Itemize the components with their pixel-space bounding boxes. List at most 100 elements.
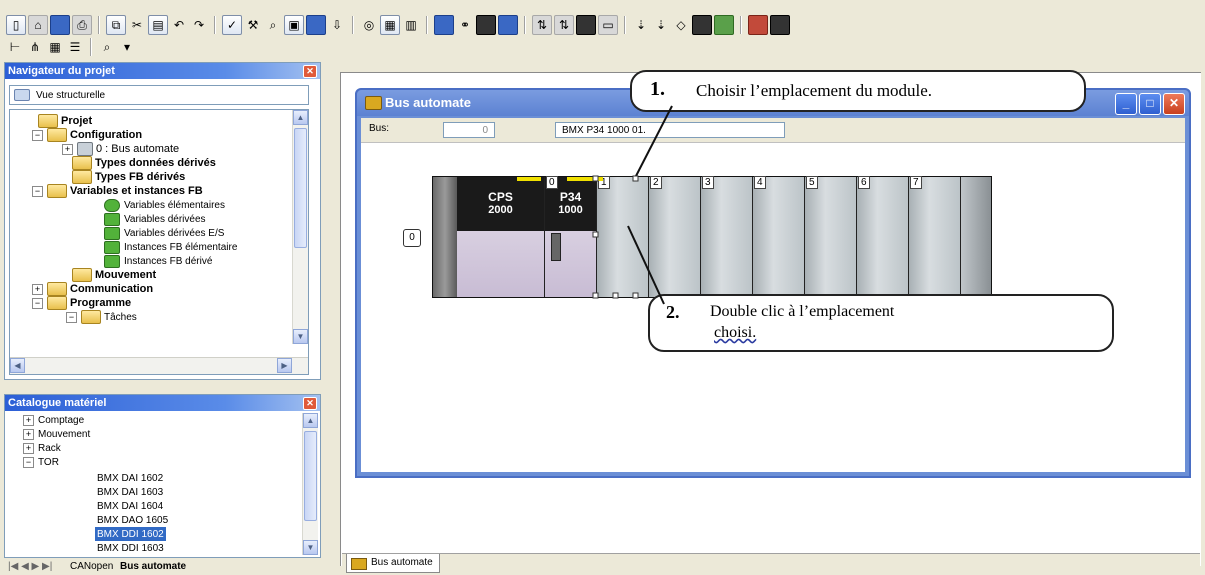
collapse-icon[interactable]: −	[32, 185, 43, 197]
save-icon[interactable]	[50, 15, 70, 35]
catalog-item-selected[interactable]: BMX DDI 1602	[95, 527, 166, 541]
tree-node-derived-io-variables[interactable]: Variables dérivées E/S	[104, 226, 224, 240]
empty-slot-3[interactable]: 3	[701, 176, 753, 297]
cut-icon[interactable]: ✂	[128, 16, 146, 34]
print-icon[interactable]: ⎙	[72, 15, 92, 35]
tree-node-derived-variables[interactable]: Variables dérivées	[104, 212, 206, 226]
paste-icon[interactable]: ▤	[148, 15, 168, 35]
tree-node-configuration[interactable]: − Configuration	[32, 128, 142, 142]
network-icon[interactable]	[692, 15, 712, 35]
scroll-thumb[interactable]	[304, 431, 317, 521]
search-icon[interactable]: ⌕	[264, 16, 282, 34]
rebuild-icon[interactable]: ▣	[284, 15, 304, 35]
open-icon[interactable]: ⌂	[28, 15, 48, 35]
close-icon[interactable]: ✕	[1163, 93, 1185, 115]
new-icon[interactable]: ▯	[6, 15, 26, 35]
cpu-reference-field[interactable]: BMX P34 1000 01.	[555, 122, 785, 138]
close-icon[interactable]: ✕	[303, 65, 317, 78]
memory-icon[interactable]: ◇	[672, 16, 690, 34]
tree-node-derived-data-types[interactable]: Types données dérivés	[72, 156, 216, 170]
minimize-icon[interactable]: _	[1115, 93, 1137, 115]
empty-slot-5[interactable]: 5	[805, 176, 857, 297]
rack-icon[interactable]: ⇅	[554, 15, 574, 35]
catalog-item-module[interactable]: BMX DDI 1603	[97, 541, 164, 555]
tree-node-derived-fb-types[interactable]: Types FB dérivés	[72, 170, 185, 184]
download-icon[interactable]: ⇩	[328, 16, 346, 34]
monitor-icon[interactable]	[476, 15, 496, 35]
expand-icon[interactable]: +	[23, 442, 34, 454]
tree-node-project[interactable]: Projet	[38, 114, 92, 128]
empty-slot-1[interactable]: 1	[597, 176, 649, 297]
scroll-right-icon[interactable]: ▶	[277, 358, 292, 373]
catalog-item-module[interactable]: BMX DAI 1603	[97, 485, 163, 499]
empty-slot-7[interactable]: 7	[909, 176, 961, 297]
expand-icon[interactable]: +	[23, 414, 34, 426]
catalog-item-motion[interactable]: + Mouvement	[23, 427, 90, 441]
catalog-item-rack[interactable]: + Rack	[23, 441, 61, 455]
tab-bus-automate-document[interactable]: Bus automate	[346, 554, 440, 573]
breakpoint-icon[interactable]: ▭	[598, 15, 618, 35]
tree-node-communication[interactable]: + Communication	[32, 282, 153, 296]
catalog-item-module[interactable]: BMX DAI 1602	[97, 471, 163, 485]
close-icon[interactable]: ✕	[303, 397, 317, 410]
catalog-item-module[interactable]: BMX DAI 1604	[97, 499, 163, 513]
tree-node-program[interactable]: − Programme	[32, 296, 131, 310]
scroll-up-icon[interactable]: ▲	[303, 413, 318, 428]
library-icon[interactable]: ▦	[380, 15, 400, 35]
zoom-icon[interactable]: ⌕	[98, 38, 116, 56]
cpu-module[interactable]: 0 P34 1000	[545, 176, 597, 297]
empty-slot-4[interactable]: 4	[753, 176, 805, 297]
tab-bus-automate[interactable]: Bus automate	[120, 561, 186, 572]
maximize-icon[interactable]: □	[1139, 93, 1161, 115]
tree-node-motion[interactable]: Mouvement	[72, 268, 156, 282]
scroll-down-icon[interactable]: ▼	[303, 540, 318, 555]
tree-node-derived-fb-instances[interactable]: Instances FB dérivé	[104, 254, 212, 268]
table-icon[interactable]: ▥	[402, 16, 420, 34]
check-icon[interactable]: ✓	[222, 15, 242, 35]
undo-icon[interactable]: ↶	[170, 16, 188, 34]
horizontal-scrollbar[interactable]: ◀ ▶	[10, 357, 308, 374]
collapse-icon[interactable]: −	[66, 311, 77, 323]
window2-icon[interactable]	[748, 15, 768, 35]
expand-icon[interactable]: +	[62, 143, 73, 155]
tree-node-variables[interactable]: − Variables et instances FB	[32, 184, 203, 198]
io-icon[interactable]	[498, 15, 518, 35]
window3-icon[interactable]	[770, 15, 790, 35]
catalog-item-module[interactable]: BMX DAO 1605	[97, 513, 168, 527]
catalog-scrollbar[interactable]: ▲ ▼	[302, 413, 318, 555]
step-icon[interactable]: ⇣	[632, 16, 650, 34]
window-icon[interactable]	[714, 15, 734, 35]
tree-node-elementary-variables[interactable]: Variables élémentaires	[104, 198, 225, 212]
scroll-thumb[interactable]	[294, 128, 307, 248]
copy-icon[interactable]: ⧉	[106, 15, 126, 35]
expand-icon[interactable]: +	[23, 428, 34, 440]
power-supply-module[interactable]: CPS 2000	[457, 177, 545, 297]
view-selector[interactable]: Vue structurelle	[9, 85, 309, 105]
catalog-item-counting[interactable]: + Comptage	[23, 413, 84, 427]
connect-icon[interactable]	[306, 15, 326, 35]
hierarchy-icon[interactable]: ⋔	[26, 38, 44, 56]
scroll-left-icon[interactable]: ◀	[10, 358, 25, 373]
grid-icon[interactable]: ▦	[46, 38, 64, 56]
expand-icon[interactable]: +	[32, 283, 43, 295]
binoculars-icon[interactable]: ⚭	[456, 16, 474, 34]
watch-icon[interactable]: ⇣	[652, 16, 670, 34]
redo-icon[interactable]: ↷	[190, 16, 208, 34]
tab-nav-arrows-icon[interactable]: |◀ ◀ ▶ ▶|	[8, 561, 52, 572]
tree-node-tasks[interactable]: − Tâches	[66, 310, 137, 324]
tree-node-elementary-fb-instances[interactable]: Instances FB élémentaire	[104, 240, 237, 254]
collapse-icon[interactable]: −	[32, 297, 43, 309]
list-icon[interactable]: ☰	[66, 38, 84, 56]
animation-icon[interactable]: ◎	[360, 16, 378, 34]
tree-icon[interactable]: ⊢	[6, 38, 24, 56]
tree-scrollbar[interactable]: ▲ ▼	[292, 110, 308, 344]
scroll-down-icon[interactable]: ▼	[293, 329, 308, 344]
empty-slot-6[interactable]: 6	[857, 176, 909, 297]
tree-node-bus-automate[interactable]: +0 : Bus automate	[62, 142, 179, 156]
module-icon[interactable]	[576, 15, 596, 35]
catalog-item-tor[interactable]: − TOR	[23, 455, 59, 469]
collapse-icon[interactable]: −	[32, 129, 43, 141]
screen-icon[interactable]	[434, 15, 454, 35]
collapse-icon[interactable]: −	[23, 456, 34, 468]
scroll-up-icon[interactable]: ▲	[293, 110, 308, 125]
